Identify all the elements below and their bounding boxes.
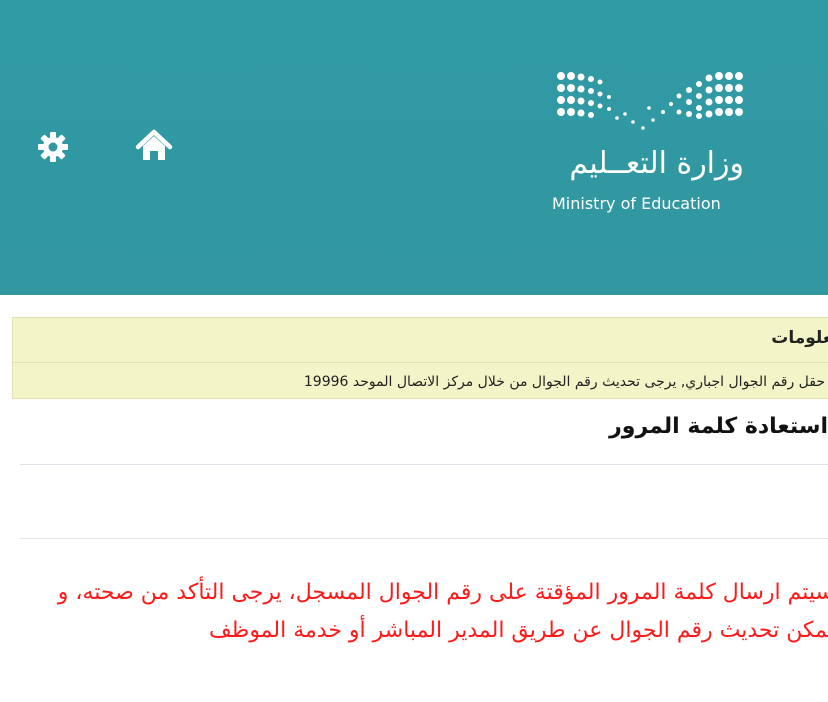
info-message: حقل رقم الجوال اجباري, يرجى تحديث رقم ال…	[303, 374, 825, 390]
header-banner: وزارة التعــليم Ministry of Education	[0, 0, 828, 295]
page-title: استعادة كلمة المرور	[609, 414, 828, 439]
divider	[20, 464, 828, 465]
ministry-name-english: Ministry of Education	[552, 194, 721, 213]
info-title: معلومات	[771, 328, 828, 348]
ministry-name-arabic: وزارة التعــليم	[569, 146, 744, 181]
home-button[interactable]	[134, 126, 174, 166]
home-icon	[135, 129, 173, 160]
gear-icon	[38, 132, 68, 162]
settings-button[interactable]	[33, 127, 73, 167]
info-divider	[13, 362, 828, 363]
password-reset-notice: سيتم ارسال كلمة المرور المؤقتة على رقم ا…	[57, 580, 828, 643]
divider	[20, 538, 828, 539]
ministry-logo-mark	[557, 72, 743, 130]
info-message-box: معلومات حقل رقم الجوال اجباري, يرجى تحدي…	[12, 317, 828, 399]
